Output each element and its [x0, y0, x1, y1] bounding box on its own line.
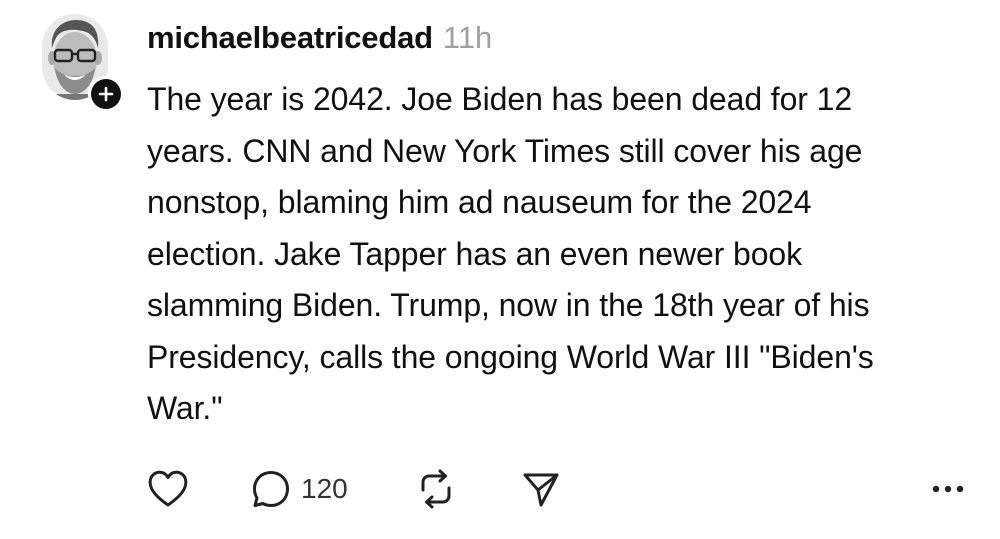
reply-button[interactable]: 120	[251, 466, 348, 512]
reply-count: 120	[301, 473, 348, 504]
speech-bubble-icon	[253, 471, 289, 507]
thread-post: michaelbeatricedad 11h The year is 2042.…	[0, 0, 1000, 539]
share-button[interactable]	[521, 466, 561, 512]
author-username[interactable]: michaelbeatricedad	[147, 20, 433, 56]
ellipsis-icon	[932, 485, 964, 493]
post-header: michaelbeatricedad 11h	[147, 20, 492, 64]
repost-button[interactable]	[415, 466, 457, 512]
post-actions: 120	[147, 466, 977, 512]
like-button[interactable]	[147, 466, 189, 512]
post-text: The year is 2042. Joe Biden has been dea…	[147, 81, 874, 426]
follow-badge-circle	[91, 79, 121, 109]
follow-button[interactable]	[88, 76, 124, 112]
avatar-container	[42, 14, 124, 112]
repost-icon	[421, 469, 451, 509]
plus-icon	[98, 86, 114, 102]
paper-plane-icon	[523, 473, 559, 507]
heart-icon	[148, 470, 188, 507]
post-timestamp: 11h	[442, 20, 493, 55]
more-options-button[interactable]	[931, 466, 965, 512]
